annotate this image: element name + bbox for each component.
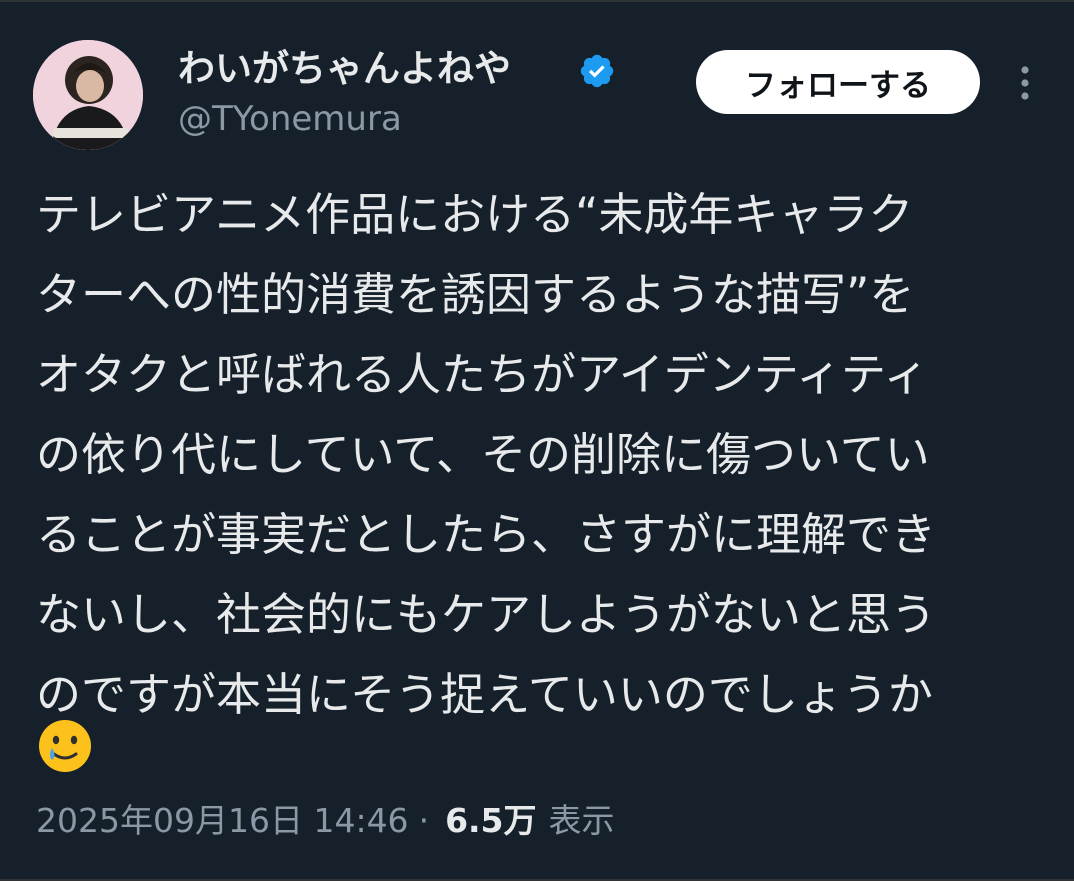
views-label: 表示 [548, 801, 615, 840]
avatar[interactable] [33, 40, 143, 150]
more-vertical-icon[interactable] [1014, 62, 1036, 104]
smiling-face-with-tear-emoji [39, 720, 91, 772]
tweet-text: テレビアニメ作品における“未成年キャラク ターへの性的消費を誘因するような描写”… [36, 188, 937, 721]
meta-separator: · [418, 801, 430, 840]
top-divider [0, 0, 1074, 2]
tweet-meta: 2025年09月16日 14:46 · 6.5万 表示 [36, 796, 615, 846]
avatar-image [33, 40, 143, 150]
user-handle[interactable]: @TYonemura [178, 96, 402, 142]
views-count: 6.5万 [445, 801, 537, 840]
verified-badge-icon [580, 54, 614, 88]
display-name[interactable]: わいがちゃんよねや [178, 44, 511, 94]
timestamp[interactable]: 2025年09月16日 14:46 [36, 796, 409, 846]
follow-button[interactable]: フォローする [696, 50, 980, 114]
